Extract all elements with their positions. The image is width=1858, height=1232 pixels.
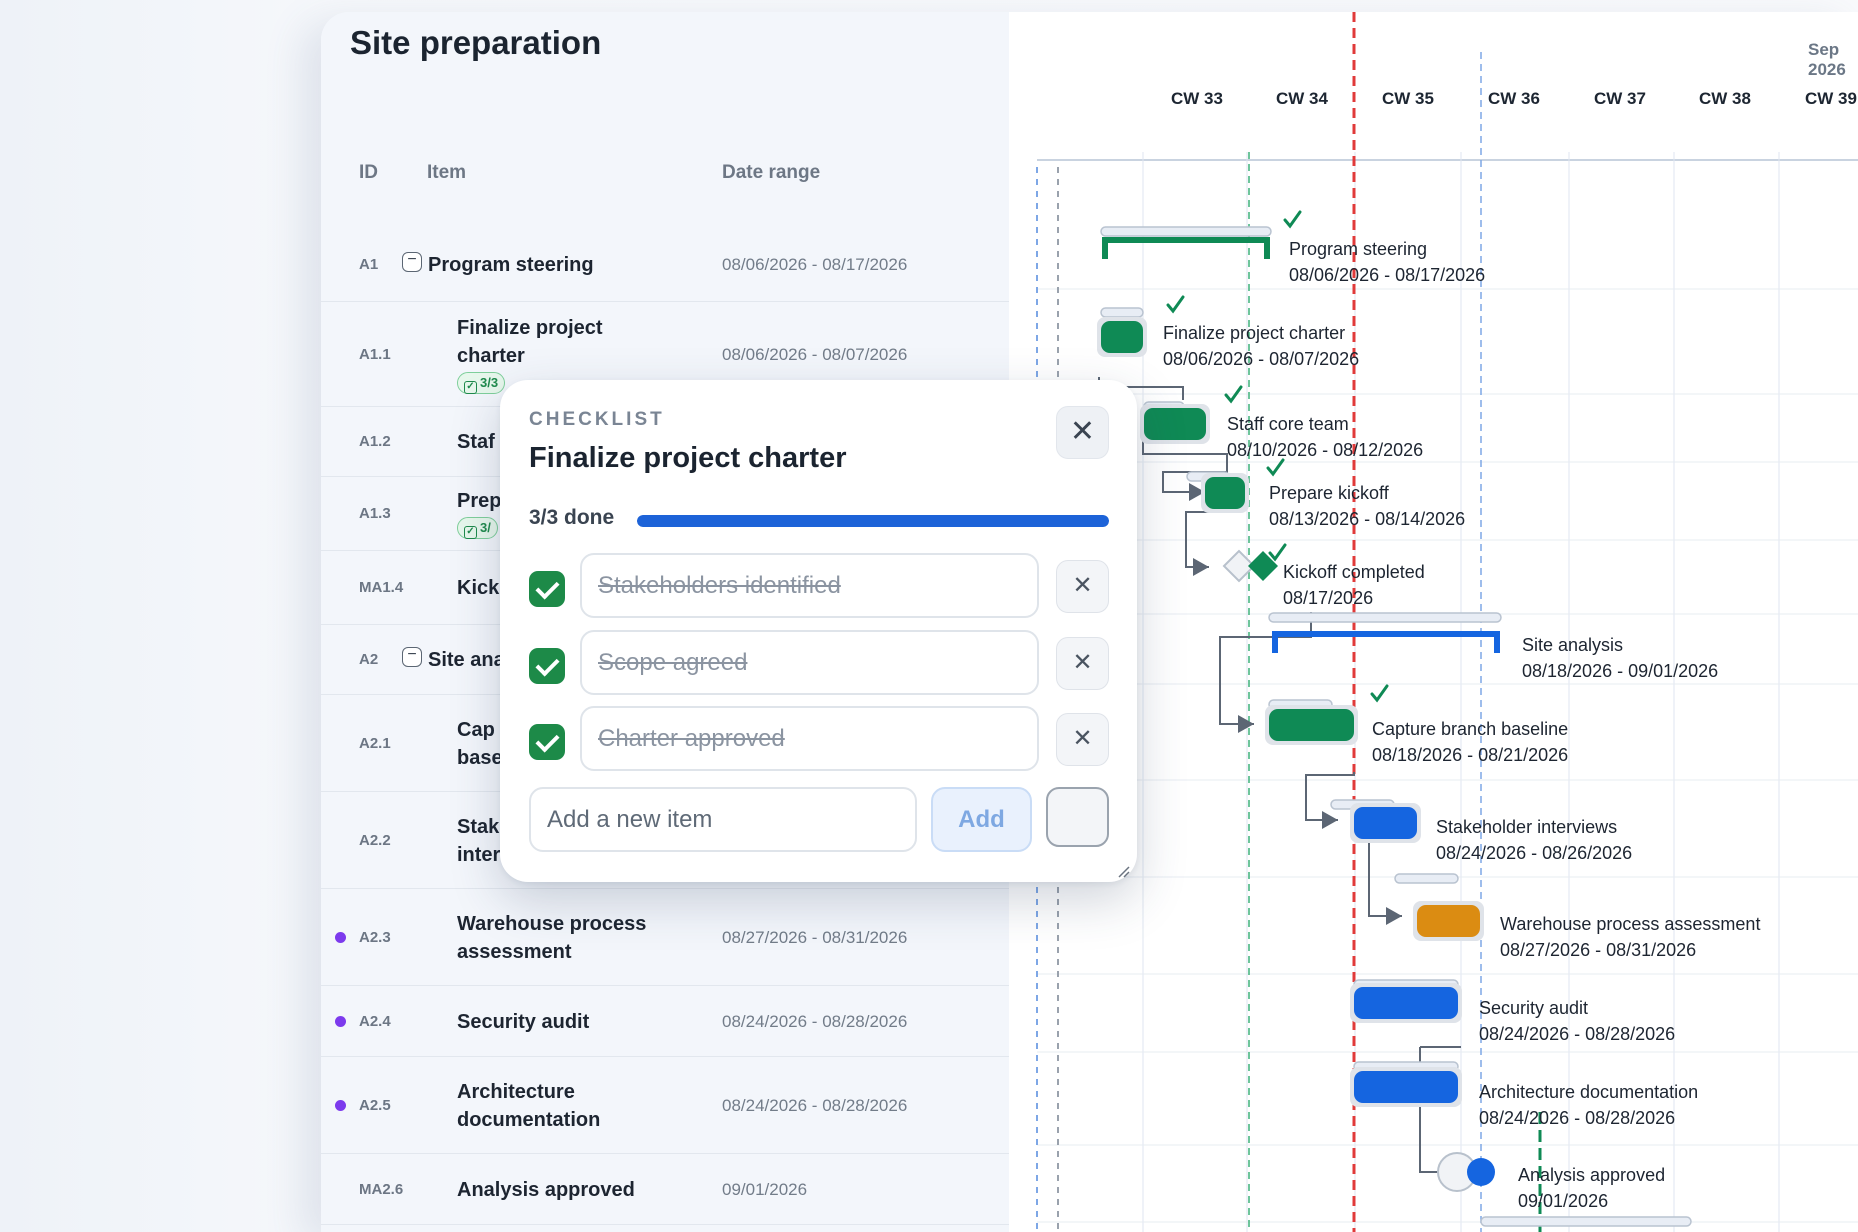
checklist-item-checkbox[interactable] <box>529 648 565 684</box>
gantt-label-date: 08/06/2026 - 08/17/2026 <box>1289 265 1486 285</box>
gantt-bar-label: Capture branch baseline 08/18/2026 - 08/2… <box>1372 716 1568 768</box>
gantt-bar-label: Finalize project charter 08/06/2026 - 08/… <box>1163 320 1359 372</box>
task-bar <box>1101 321 1143 353</box>
done-check-icon <box>1370 684 1389 703</box>
task-bar <box>1354 807 1417 839</box>
task-bar <box>1354 1071 1458 1103</box>
gantt-label-name: Analysis approved <box>1518 1165 1666 1185</box>
checklist-progress-fill <box>637 515 1109 527</box>
task-bar <box>1354 987 1458 1019</box>
gantt-label-date: 09/01/2026 <box>1518 1191 1609 1211</box>
gantt-label-date: 08/17/2026 <box>1283 588 1374 608</box>
link-arrow-icon <box>1238 715 1254 733</box>
checklist-item-checkbox[interactable] <box>529 571 565 607</box>
gantt-label-name: Finalize project charter <box>1163 323 1346 343</box>
checklist-item-checkbox[interactable] <box>529 724 565 760</box>
link-arrow-icon <box>1386 907 1402 925</box>
gantt-bar-label: Site analysis 08/18/2026 - 09/01/2026 <box>1522 632 1718 684</box>
gantt-bar-label: Program steering 08/06/2026 - 08/17/2026 <box>1289 236 1485 288</box>
gantt-label-name: Staff core team <box>1227 414 1349 434</box>
add-button[interactable]: Add <box>931 787 1032 852</box>
checklist-progress-bar <box>637 515 1109 527</box>
task-bar <box>1205 477 1245 509</box>
gantt-bar-label: Staff core team 08/10/2026 - 08/12/2026 <box>1227 411 1423 463</box>
gantt-label-date: 08/13/2026 - 08/14/2026 <box>1269 509 1466 529</box>
checklist-popup: CHECKLIST Finalize project charter ✕ 3/3… <box>500 380 1137 882</box>
gantt-bar-label: Analysis approved 09/01/2026 <box>1518 1162 1665 1214</box>
gantt-label-date: 08/24/2026 - 08/28/2026 <box>1479 1108 1676 1128</box>
gantt-label-date: 08/27/2026 - 08/31/2026 <box>1500 940 1697 960</box>
gantt-label-date: 08/24/2026 - 08/28/2026 <box>1479 1024 1676 1044</box>
done-check-icon <box>1268 543 1287 562</box>
link-arrow-icon <box>1193 558 1209 576</box>
baseline-bar <box>1268 612 1502 623</box>
checklist-title: Finalize project charter <box>529 442 847 474</box>
baseline-bar <box>1480 1216 1692 1227</box>
task-bar <box>1417 905 1480 937</box>
new-item-input[interactable]: Add a new item <box>529 787 917 852</box>
gantt-bar-label: Architecture documentation 08/24/2026 - 0… <box>1479 1079 1698 1131</box>
gantt-bar-label: Security audit 08/24/2026 - 08/28/2026 <box>1479 995 1675 1047</box>
gantt-label-name: Prepare kickoff <box>1269 483 1389 503</box>
gantt-label-name: Program steering <box>1289 239 1428 259</box>
checklist-item-input[interactable]: Scope agreed <box>580 630 1039 695</box>
milestone-circle-icon <box>1467 1158 1495 1186</box>
gantt-label-name: Architecture documentation <box>1479 1082 1699 1102</box>
delete-item-icon[interactable]: ✕ <box>1056 637 1109 690</box>
checklist-item-input[interactable]: Charter approved <box>580 706 1039 771</box>
delete-item-icon[interactable]: ✕ <box>1056 713 1109 766</box>
gantt-label-name: Stakeholder interviews <box>1436 817 1618 837</box>
checklist-kicker: CHECKLIST <box>529 409 665 430</box>
gantt-bar-label: Kickoff completed 08/17/2026 <box>1283 559 1425 611</box>
gantt-label-date: 08/06/2026 - 08/07/2026 <box>1163 349 1360 369</box>
close-icon[interactable]: ✕ <box>1056 406 1109 459</box>
gantt-bar-label: Prepare kickoff 08/13/2026 - 08/14/2026 <box>1269 480 1465 532</box>
done-check-icon <box>1166 295 1185 314</box>
gantt-label-name: Kickoff completed <box>1283 562 1425 582</box>
task-bar <box>1269 709 1354 741</box>
baseline-bar <box>1394 873 1459 884</box>
gantt-label-name: Site analysis <box>1522 635 1624 655</box>
gantt-label-date: 08/18/2026 - 08/21/2026 <box>1372 745 1569 765</box>
gantt-label-date: 08/24/2026 - 08/26/2026 <box>1436 843 1633 863</box>
new-item-placeholder: Add a new item <box>547 806 713 833</box>
delete-item-icon[interactable]: ✕ <box>1056 560 1109 613</box>
done-check-icon <box>1283 210 1302 229</box>
gantt-label-name: Capture branch baseline <box>1372 719 1569 739</box>
summary-bar <box>1102 237 1270 259</box>
checklist-progress-label: 3/3 done <box>529 506 615 529</box>
gantt-label-date: 08/10/2026 - 08/12/2026 <box>1227 440 1424 460</box>
baseline-bar <box>1100 226 1272 237</box>
gantt-label-name: Security audit <box>1479 998 1589 1018</box>
task-bar <box>1144 408 1206 440</box>
link-arrow-icon <box>1322 811 1338 829</box>
gantt-bar-label: Stakeholder interviews 08/24/2026 - 08/26… <box>1436 814 1632 866</box>
baseline-bar <box>1100 307 1144 318</box>
dependency-link <box>1305 772 1355 821</box>
resize-handle-icon[interactable] <box>1118 866 1130 878</box>
gantt-bar-label: Warehouse process assessment 08/27/2026 -… <box>1500 911 1760 963</box>
summary-bar <box>1272 631 1500 653</box>
gantt-label-date: 08/18/2026 - 09/01/2026 <box>1522 661 1719 681</box>
gantt-label-name: Warehouse process assessment <box>1500 914 1761 934</box>
checklist-item-input[interactable]: Stakeholders identified <box>580 553 1039 618</box>
extra-button[interactable] <box>1046 787 1109 847</box>
